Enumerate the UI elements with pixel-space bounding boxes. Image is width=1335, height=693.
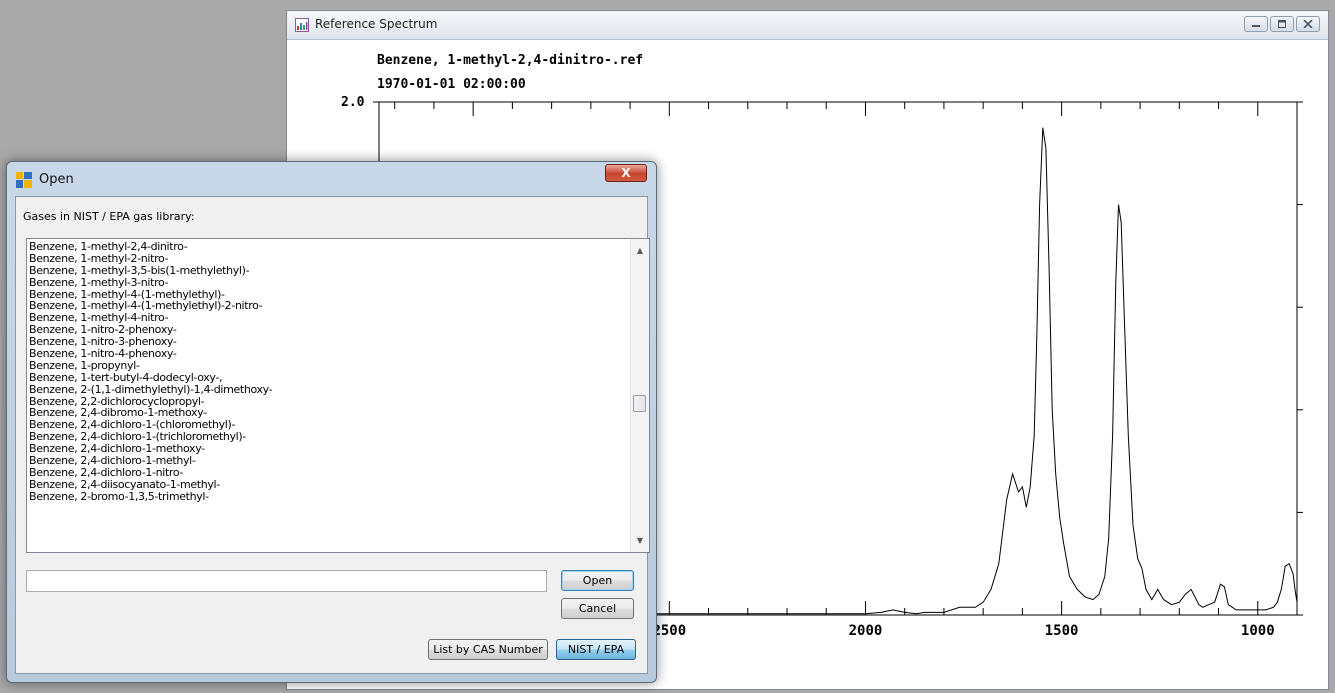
x-tick-label: 1500 [1045, 623, 1079, 639]
x-tick-label: 2000 [849, 623, 883, 639]
maximize-icon [1278, 20, 1286, 28]
ref-window-title: Reference Spectrum [315, 17, 438, 31]
open-dialog: Open X Gases in NIST / EPA gas library: … [6, 161, 657, 683]
gas-list-item[interactable]: Benzene, 1-methyl-3-nitro- [29, 276, 629, 289]
gas-list-item[interactable]: Benzene, 1-tert-butyl-4-dodecyl-oxy-, [29, 371, 629, 384]
spectrum-app-icon [295, 18, 309, 32]
scroll-down-icon[interactable]: ▼ [631, 532, 649, 549]
dialog-client-area: Gases in NIST / EPA gas library: Benzene… [15, 196, 650, 674]
close-icon: X [621, 166, 631, 180]
list-scrollbar[interactable]: ▲ ▼ [630, 239, 649, 552]
gas-list-item[interactable]: Benzene, 2-bromo-1,3,5-trimethyl- [29, 490, 629, 503]
cancel-button-label: Cancel [578, 602, 617, 615]
gas-list-item[interactable]: Benzene, 2-(1,1-dimethylethyl)-1,4-dimet… [29, 383, 629, 396]
filename-input[interactable] [26, 570, 547, 592]
nist-epa-button[interactable]: NIST / EPA [556, 639, 636, 660]
dialog-close-button[interactable]: X [605, 164, 647, 182]
open-dialog-app-icon [16, 172, 32, 188]
gas-listbox[interactable]: Benzene, 1-methyl-2,4-dinitro- Benzene, 1… [26, 238, 650, 553]
scroll-up-icon[interactable]: ▲ [631, 242, 649, 259]
x-tick-label: 1000 [1241, 623, 1275, 639]
minimize-button[interactable] [1244, 16, 1268, 32]
gas-list-item[interactable]: Benzene, 1-methyl-2-nitro- [29, 252, 629, 265]
gas-list-items: Benzene, 1-methyl-2,4-dinitro- Benzene, 1… [29, 241, 629, 503]
chart-title: Benzene, 1-methyl-2,4-dinitro-.ref [377, 53, 643, 68]
minimize-icon [1252, 25, 1260, 27]
ref-titlebar[interactable]: Reference Spectrum [287, 11, 1328, 40]
open-button-label: Open [582, 574, 613, 587]
chart-subtitle: 1970-01-01 02:00:00 [377, 77, 526, 92]
cancel-button[interactable]: Cancel [561, 598, 634, 619]
gas-list-item[interactable]: Benzene, 2,4-diisocyanato-1-methyl- [29, 478, 629, 491]
list-by-cas-label: List by CAS Number [433, 643, 543, 656]
maximize-button[interactable] [1270, 16, 1294, 32]
open-button[interactable]: Open [561, 570, 634, 591]
close-window-button[interactable] [1296, 16, 1320, 32]
gas-library-label: Gases in NIST / EPA gas library: [23, 210, 195, 223]
dialog-title: Open [39, 172, 74, 187]
y-tick-label-top: 2.0 [341, 95, 365, 110]
list-by-cas-button[interactable]: List by CAS Number [428, 639, 548, 660]
gas-list-item[interactable]: Benzene, 1-methyl-3,5-bis(1-methylethyl)… [29, 264, 629, 277]
dialog-titlebar[interactable]: Open X [7, 162, 656, 196]
x-tick-label: 2500 [652, 623, 686, 639]
nist-epa-label: NIST / EPA [567, 643, 625, 656]
gas-list-item[interactable]: Benzene, 1-propynyl- [29, 360, 629, 372]
close-icon [1303, 20, 1313, 28]
scroll-thumb[interactable] [633, 395, 646, 412]
